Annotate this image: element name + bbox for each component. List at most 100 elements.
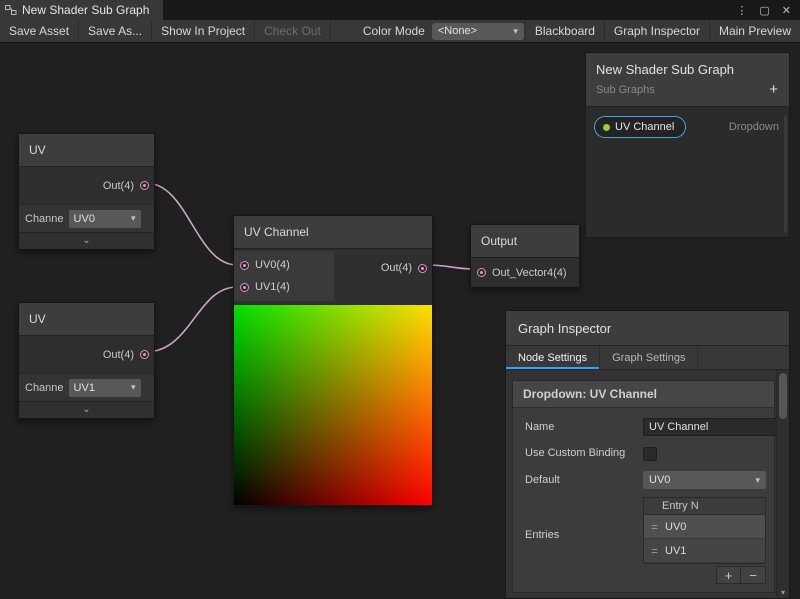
chevron-down-icon: ▾ [513,26,518,37]
kebab-menu-icon[interactable]: ⋮ [736,4,747,17]
node-output[interactable]: Output Out_Vector4(4) [470,224,580,288]
entries-list: = UV0 = UV1 [643,515,766,564]
exposed-dot-icon [603,124,610,131]
default-dropdown[interactable]: UV0 ▾ [643,471,766,489]
entries-field-row: Entries = UV0 = UV1 [513,515,774,564]
entry-row-uv0[interactable]: = UV0 [644,515,765,539]
inspector-title[interactable]: Graph Inspector [506,311,789,346]
in-port-uv1[interactable] [240,283,249,292]
channel-dropdown[interactable]: UV0 ▾ [69,210,141,228]
tab-new-shader-sub-graph[interactable]: New Shader Sub Graph [0,0,163,20]
edge-uv2-to-uvchannel[interactable] [146,287,237,352]
color-mode-dropdown[interactable]: <None> ▾ [432,23,524,40]
collapse-preview-chevron[interactable]: ⌄ [19,401,154,418]
sub-graph-icon [5,4,17,16]
inspector-tabs: Node Settings Graph Settings [506,346,789,370]
drag-handle-icon[interactable]: = [651,520,658,534]
add-entry-button[interactable]: + [716,566,741,584]
output-port-row: Out(4) [381,257,427,279]
channel-control-row: Channe UV1 ▾ [19,373,154,401]
collapse-preview-chevron[interactable]: ⌄ [19,232,154,249]
blackboard-toggle-button[interactable]: Blackboard [525,20,604,42]
chevron-down-icon: ▾ [131,382,136,393]
port-label: UV1(4) [255,281,290,293]
tab-node-settings[interactable]: Node Settings [506,346,600,369]
input-ports: UV0(4) UV1(4) [234,251,334,301]
name-label: Name [525,420,643,434]
channel-control-row: Channe UV0 ▾ [19,204,154,232]
node-title[interactable]: UV [19,303,154,336]
name-input[interactable] [643,418,789,436]
blackboard-subtitle: Sub Graphs [596,84,779,96]
input-port-row: UV0(4) [234,254,334,276]
node-uv-2[interactable]: UV Out(4) Channe UV1 ▾ ⌄ [18,302,155,419]
channel-dropdown[interactable]: UV1 ▾ [69,379,141,397]
edge-uvchannel-to-output[interactable] [427,265,474,269]
titlebar: New Shader Sub Graph ⋮ ▢ ✕ [0,0,800,20]
graph-toolbar: Save Asset Save As... Show In Project Ch… [0,20,800,43]
channel-label: Channe [25,213,64,225]
node-uv-channel[interactable]: UV Channel UV0(4) UV1(4) Out(4) [233,215,433,506]
uv-gradient-preview [234,305,432,505]
graph-inspector-panel: Graph Inspector Node Settings Graph Sett… [505,310,790,599]
out-port[interactable] [140,350,149,359]
blackboard-title: New Shader Sub Graph [596,62,779,77]
graph-canvas[interactable]: UV Out(4) Channe UV0 ▾ ⌄ UV Out(4) Chann… [0,43,800,599]
entries-list-footer: + − [513,566,766,584]
close-icon[interactable]: ✕ [782,4,791,17]
inspector-body: Dropdown: UV Channel Name Use Custom Bin… [506,370,789,597]
tab-graph-settings[interactable]: Graph Settings [600,346,698,369]
input-port-row: UV1(4) [234,276,334,298]
blackboard-scrollbar[interactable] [784,115,787,232]
unity-shader-graph-window: { "colors": { "accent_blue": "#3E9BFF", … [0,0,800,599]
color-mode-value: <None> [438,25,477,37]
save-as-button[interactable]: Save As... [79,20,152,42]
chevron-down-icon: ▾ [755,475,760,486]
channel-value: UV1 [74,382,95,394]
inspector-scrollbar[interactable]: ▾ [776,370,789,597]
channel-value: UV0 [74,213,95,225]
remove-entry-button[interactable]: − [741,566,766,584]
maximize-icon[interactable]: ▢ [759,4,769,17]
node-title[interactable]: UV Channel [234,216,432,249]
section-title: Dropdown: UV Channel [513,381,774,408]
save-asset-button[interactable]: Save Asset [0,20,79,42]
use-custom-binding-checkbox[interactable] [643,447,657,461]
edge-uv1-to-uvchannel[interactable] [146,183,237,265]
entry-value: UV0 [665,521,686,533]
out-port[interactable] [418,264,427,273]
node-title[interactable]: UV [19,134,154,167]
graph-inspector-toggle-button[interactable]: Graph Inspector [604,20,709,42]
dropdown-settings-section: Dropdown: UV Channel Name Use Custom Bin… [512,380,775,593]
custom-binding-row: Use Custom Binding [513,446,774,461]
default-value: UV0 [649,474,670,486]
use-custom-binding-label: Use Custom Binding [525,446,643,460]
main-preview-toggle-button[interactable]: Main Preview [709,20,800,42]
tab-title: New Shader Sub Graph [22,3,149,17]
scrollbar-thumb[interactable] [779,373,787,419]
default-label: Default [525,473,643,487]
port-label: Out(4) [103,349,134,361]
blackboard-item-row: UV Channel Dropdown [586,107,789,138]
name-field-row: Name [513,418,774,436]
drag-handle-icon[interactable]: = [651,544,658,558]
show-in-project-button[interactable]: Show In Project [152,20,255,42]
scroll-down-arrow-icon[interactable]: ▾ [777,588,789,597]
port-label: Out(4) [381,262,412,274]
node-title[interactable]: Output [471,225,579,258]
in-port-out-vector4[interactable] [477,268,486,277]
blackboard-panel: New Shader Sub Graph Sub Graphs + UV Cha… [585,52,790,238]
property-type-label: Dropdown [729,121,779,133]
out-port[interactable] [140,181,149,190]
blackboard-header[interactable]: New Shader Sub Graph Sub Graphs + [586,53,789,107]
property-pill-uv-channel[interactable]: UV Channel [594,116,686,138]
add-property-button[interactable]: + [769,83,778,97]
chevron-down-icon: ▾ [131,213,136,224]
color-mode-label: Color Mode [331,20,432,42]
ports-area: UV0(4) UV1(4) Out(4) [234,249,432,305]
node-uv-1[interactable]: UV Out(4) Channe UV0 ▾ ⌄ [18,133,155,250]
entry-row-uv1[interactable]: = UV1 [644,539,765,563]
output-port-row: Out(4) [19,167,154,204]
entries-label: Entries [525,515,643,564]
in-port-uv0[interactable] [240,261,249,270]
